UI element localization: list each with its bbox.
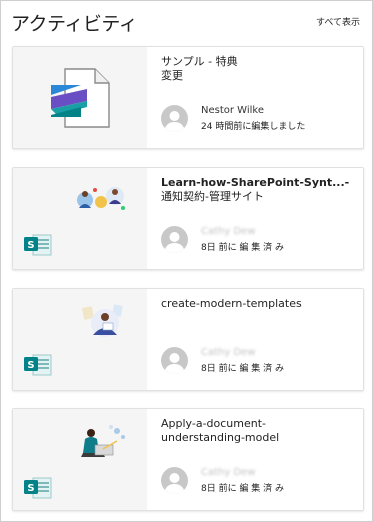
activity-card[interactable]: S Apply-a-document- understanding-model …	[12, 408, 364, 511]
activity-card[interactable]: サンプル - 特典 変更 Nestor Wilke 24 時間前に編集しました	[12, 46, 364, 149]
sharepoint-icon: S	[24, 354, 52, 376]
card-thumbnail: S	[13, 409, 147, 510]
person-icon	[164, 232, 185, 253]
document-title-line1: create-modern-templates	[161, 297, 302, 310]
document-title-line2: understanding-model	[161, 431, 280, 444]
people-collaboration-illustration	[77, 187, 125, 210]
person-icon	[164, 473, 185, 494]
card-thumbnail: S	[13, 289, 147, 390]
person-with-documents-illustration	[81, 304, 123, 337]
document-title[interactable]: サンプル - 特典 変更	[161, 55, 353, 83]
person-icon	[164, 111, 185, 132]
avatar	[161, 105, 188, 132]
svg-text:S: S	[27, 240, 34, 251]
avatar	[161, 226, 188, 253]
avatar	[161, 347, 188, 374]
activity-webpart: アクティビティ すべて表示 サンプル - 特典 変更 Nestor Wilke …	[0, 0, 373, 522]
card-details: Apply-a-document- understanding-model Ca…	[147, 409, 363, 510]
activity-card[interactable]: S create-modern-templates Cathy Dew 8日 前…	[12, 288, 364, 391]
svg-text:S: S	[27, 360, 34, 371]
header: アクティビティ すべて表示	[11, 9, 362, 35]
document-title[interactable]: create-modern-templates	[161, 297, 353, 311]
edit-time: 8日 前に 編 集 済 み	[201, 364, 285, 374]
document-title-line1: Learn-how-SharePoint-Synt...-	[161, 176, 350, 189]
card-thumbnail	[13, 47, 147, 148]
section-title: アクティビティ	[11, 13, 138, 35]
sharepoint-icon: S	[24, 234, 52, 256]
document-title-line1: Apply-a-document-	[161, 417, 267, 430]
avatar	[161, 467, 188, 494]
stream-file-icon	[51, 68, 110, 128]
editor-name: Cathy Dew	[201, 226, 256, 237]
editor-name: Cathy Dew	[201, 467, 256, 478]
edit-time: 8日 前に 編 集 済 み	[201, 484, 285, 494]
sharepoint-icon: S	[24, 477, 52, 499]
document-title[interactable]: Learn-how-SharePoint-Synt...- 通知契約-管理サイト	[161, 176, 353, 204]
edit-time: 24 時間前に編集しました	[201, 122, 306, 132]
document-title-line2: 通知契約-管理サイト	[161, 190, 264, 203]
document-title[interactable]: Apply-a-document- understanding-model	[161, 417, 353, 445]
svg-text:S: S	[27, 483, 34, 494]
activity-card[interactable]: S Learn-how-SharePoint-Synt...- 通知契約-管理サ…	[12, 167, 364, 270]
person-at-laptop-illustration	[81, 425, 125, 457]
see-all-link[interactable]: すべて表示	[316, 15, 360, 28]
card-thumbnail: S	[13, 168, 147, 269]
document-title-line2: 変更	[161, 69, 183, 82]
edit-time: 8日 前に 編 集 済 み	[201, 243, 285, 253]
card-details: Learn-how-SharePoint-Synt...- 通知契約-管理サイト…	[147, 168, 363, 269]
editor-name: Cathy Dew	[201, 347, 256, 358]
card-details: サンプル - 特典 変更 Nestor Wilke 24 時間前に編集しました	[147, 47, 363, 148]
document-title-line1: サンプル - 特典	[161, 55, 238, 68]
card-details: create-modern-templates Cathy Dew 8日 前に …	[147, 289, 363, 390]
editor-name: Nestor Wilke	[201, 105, 264, 116]
person-icon	[164, 353, 185, 374]
